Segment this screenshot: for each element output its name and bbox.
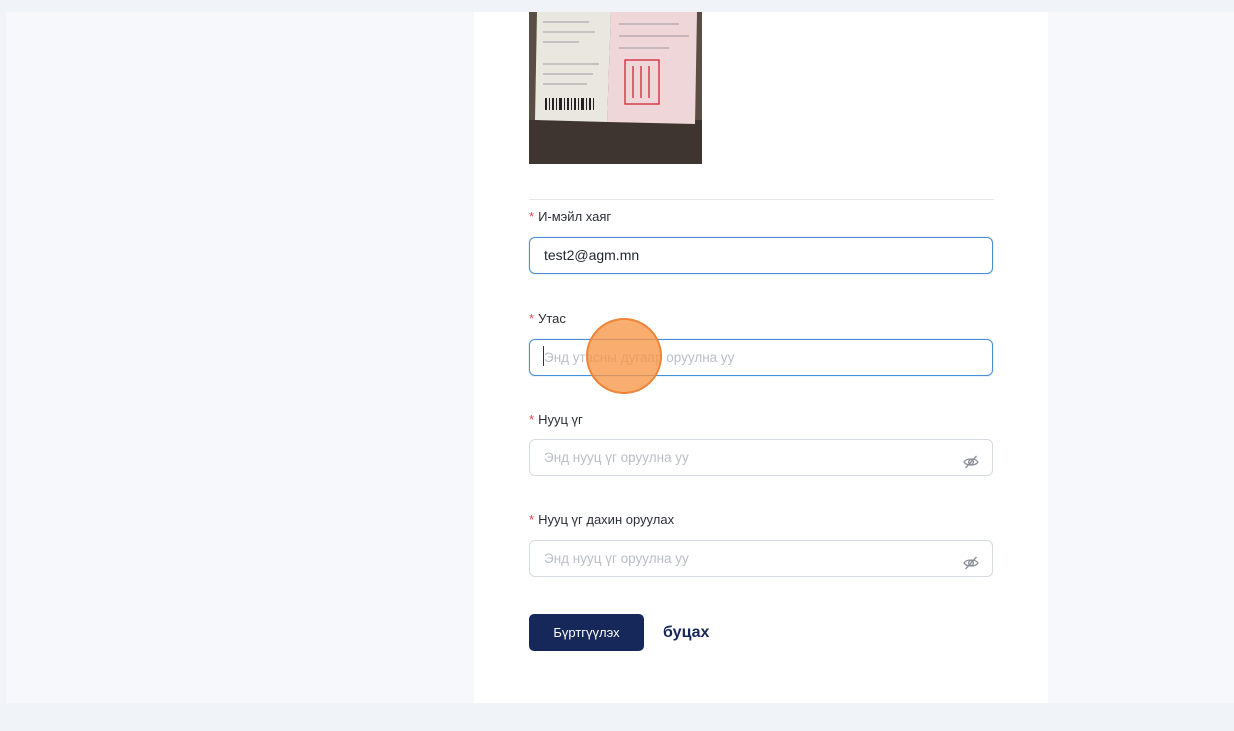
email-label: * И-мэйл хаяг	[529, 209, 611, 224]
password-placeholder: Энд нууц үг оруулна уу	[544, 450, 689, 465]
eye-off-icon[interactable]	[962, 550, 980, 570]
email-field[interactable]: test2@agm.mn	[529, 237, 993, 274]
phone-label: * Утас	[529, 311, 566, 326]
eye-off-icon[interactable]	[962, 449, 980, 469]
back-link[interactable]: буцах	[663, 624, 709, 642]
password-confirm-placeholder: Энд нууц үг оруулна уу	[544, 551, 689, 566]
password-label-text: Нууц үг	[538, 412, 583, 427]
required-mark: *	[529, 512, 535, 527]
section-divider	[529, 199, 994, 200]
required-mark: *	[529, 311, 535, 326]
email-value: test2@agm.mn	[544, 247, 640, 263]
email-label-text: И-мэйл хаяг	[538, 209, 612, 224]
password-label: * Нууц үг	[529, 412, 583, 427]
password-confirm-label: * Нууц үг дахин оруулах	[529, 512, 674, 527]
required-mark: *	[529, 412, 535, 427]
password-confirm-field[interactable]: Энд нууц үг оруулна уу	[529, 540, 993, 577]
text-caret	[543, 346, 544, 366]
phone-label-text: Утас	[538, 311, 566, 326]
register-button[interactable]: Бүртгүүлэх	[529, 614, 644, 651]
required-mark: *	[529, 209, 535, 224]
password-confirm-label-text: Нууц үг дахин оруулах	[538, 512, 675, 527]
click-indicator	[586, 318, 662, 394]
password-field[interactable]: Энд нууц үг оруулна уу	[529, 439, 993, 476]
uploaded-document-photo	[529, 12, 702, 164]
